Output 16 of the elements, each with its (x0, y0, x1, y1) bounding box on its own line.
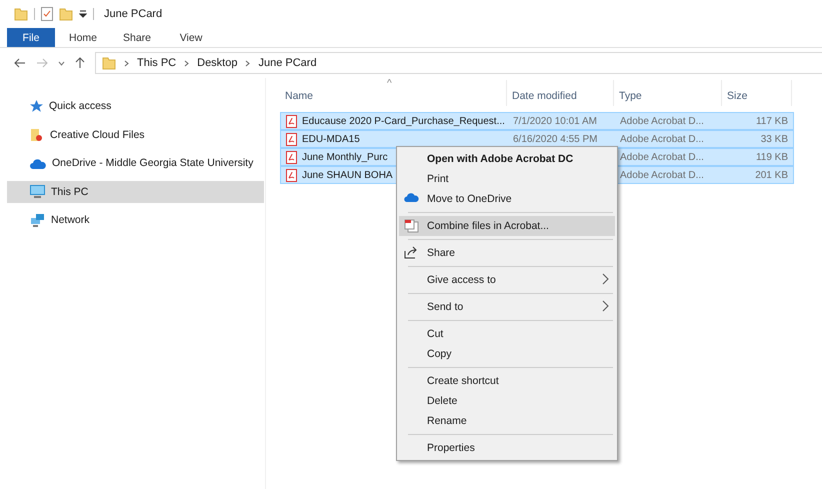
window-title: June PCard (104, 8, 162, 20)
file-type: Adobe Acrobat D... (620, 152, 704, 162)
file-name: June SHAUN BOHA (302, 170, 393, 180)
date-modified: 7/1/2020 10:01 AM (513, 116, 597, 126)
file-size: 117 KB (756, 116, 788, 126)
file-size: 119 KB (756, 152, 788, 162)
file-name: Educause 2020 P-Card_Purchase_Request... (302, 116, 505, 126)
file-type: Adobe Acrobat D... (620, 170, 704, 180)
file-type: Adobe Acrobat D... (620, 134, 704, 144)
file-size: 33 KB (760, 134, 788, 144)
file-name: EDU-MDA15 (302, 134, 360, 144)
sort-arrow: ^ (387, 78, 392, 89)
date-modified: 6/16/2020 4:55 PM (513, 134, 598, 144)
file-type: Adobe Acrobat D... (620, 116, 704, 126)
file-name: June Monthly_Purc (302, 152, 388, 162)
file-size: 201 KB (755, 170, 788, 180)
